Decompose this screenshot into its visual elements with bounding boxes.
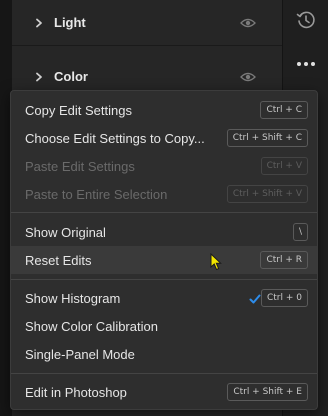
menu-item-label: Single-Panel Mode — [25, 346, 135, 362]
shortcut-badge: Ctrl + C — [260, 101, 308, 119]
menu-item-label: Choose Edit Settings to Copy... — [25, 130, 205, 146]
menu-item-reset-edits[interactable]: Reset Edits Ctrl + R — [11, 246, 317, 274]
menu-item-show-histogram[interactable]: Show Histogram Ctrl + 0 — [11, 284, 317, 312]
menu-item-label: Copy Edit Settings — [25, 102, 132, 118]
menu-item-show-original[interactable]: Show Original \ — [11, 218, 317, 246]
menu-item-paste-to-entire-selection: Paste to Entire Selection Ctrl + Shift +… — [11, 180, 317, 208]
shortcut-badge: Ctrl + 0 — [260, 289, 308, 307]
menu-item-choose-edit-settings[interactable]: Choose Edit Settings to Copy... Ctrl + S… — [11, 124, 317, 152]
menu-item-label: Show Histogram — [25, 290, 121, 306]
chevron-right-icon — [34, 18, 44, 28]
menu-item-label: Paste to Entire Selection — [25, 186, 168, 202]
menu-item-label: Reset Edits — [25, 252, 92, 268]
menu-item-label: Show Color Calibration — [25, 318, 158, 334]
menu-separator — [11, 212, 317, 213]
menu-item-paste-edit-settings: Paste Edit Settings Ctrl + V — [11, 152, 317, 180]
shortcut-badge: Ctrl + Shift + C — [226, 129, 308, 147]
section-title: Light — [54, 15, 86, 30]
menu-item-label: Paste Edit Settings — [25, 158, 135, 174]
menu-separator — [11, 373, 317, 374]
checkmark-icon — [249, 292, 261, 304]
menu-item-label: Show Original — [25, 224, 106, 240]
more-options-icon[interactable] — [295, 56, 317, 66]
menu-item-show-color-calibration[interactable]: Show Color Calibration — [11, 312, 317, 340]
menu-item-single-panel-mode[interactable]: Single-Panel Mode — [11, 340, 317, 368]
history-icon[interactable] — [296, 10, 316, 30]
shortcut-badge: Ctrl + Shift + V — [226, 185, 308, 203]
section-light[interactable]: Light — [12, 0, 282, 46]
shortcut-badge: Ctrl + Shift + E — [227, 383, 308, 401]
menu-item-label: Edit in Photoshop — [25, 384, 127, 400]
eye-icon[interactable] — [240, 70, 256, 82]
mouse-cursor-icon — [210, 252, 224, 271]
menu-item-copy-edit-settings[interactable]: Copy Edit Settings Ctrl + C — [11, 96, 317, 124]
menu-separator — [11, 279, 317, 280]
chevron-right-icon — [34, 72, 44, 82]
section-title: Color — [54, 69, 88, 84]
shortcut-badge: Ctrl + R — [260, 251, 308, 269]
shortcut-badge: Ctrl + V — [260, 157, 308, 175]
app-window: Light Color Copy Edit Settings Ctrl + C … — [0, 0, 328, 416]
eye-icon[interactable] — [240, 16, 256, 28]
context-menu: Copy Edit Settings Ctrl + C Choose Edit … — [10, 90, 318, 410]
shortcut-badge: \ — [292, 223, 308, 241]
menu-item-edit-in-photoshop[interactable]: Edit in Photoshop Ctrl + Shift + E — [11, 378, 317, 406]
